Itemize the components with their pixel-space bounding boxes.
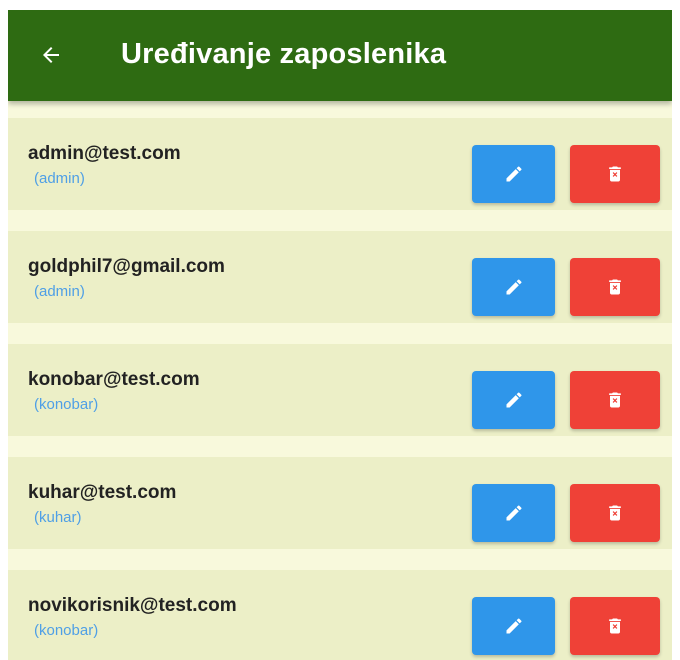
arrow-left-icon — [43, 47, 59, 63]
app-bar: Uređivanje zaposlenika — [8, 10, 672, 101]
pencil-icon — [506, 505, 522, 521]
delete-employee-button[interactable] — [570, 145, 660, 203]
employee-row: admin@test.com (admin) — [8, 118, 672, 210]
employee-role: (konobar) — [34, 622, 99, 639]
pencil-icon — [506, 392, 522, 408]
employee-role: (admin) — [34, 283, 85, 300]
employee-email: konobar@test.com — [28, 369, 200, 390]
trash-icon — [609, 392, 621, 408]
employee-email: goldphil7@gmail.com — [28, 256, 225, 277]
employee-email: kuhar@test.com — [28, 482, 177, 503]
delete-employee-button[interactable] — [570, 484, 660, 542]
trash-icon — [609, 618, 621, 634]
employee-email: admin@test.com — [28, 143, 181, 164]
delete-employee-button[interactable] — [570, 597, 660, 655]
page-title: Uređivanje zaposlenika — [121, 38, 447, 70]
edit-employee-button[interactable] — [472, 597, 555, 655]
back-button[interactable] — [32, 36, 70, 74]
app-screen: Uređivanje zaposlenika admin@test.com (a… — [8, 10, 672, 660]
employee-row: konobar@test.com (konobar) — [8, 344, 672, 436]
pencil-icon — [506, 166, 522, 182]
employee-role: (kuhar) — [34, 509, 82, 526]
delete-employee-button[interactable] — [570, 371, 660, 429]
pencil-icon — [506, 279, 522, 295]
edit-employee-button[interactable] — [472, 371, 555, 429]
trash-icon — [609, 505, 621, 521]
edit-employee-button[interactable] — [472, 484, 555, 542]
employee-role: (konobar) — [34, 396, 99, 413]
edit-employee-button[interactable] — [472, 258, 555, 316]
employee-role: (admin) — [34, 170, 85, 187]
employee-row: novikorisnik@test.com (konobar) — [8, 570, 672, 660]
edit-employee-button[interactable] — [472, 145, 555, 203]
trash-icon — [609, 166, 621, 182]
employee-row: kuhar@test.com (kuhar) — [8, 457, 672, 549]
trash-icon — [609, 279, 621, 295]
delete-employee-button[interactable] — [570, 258, 660, 316]
pencil-icon — [506, 618, 522, 634]
employee-email: novikorisnik@test.com — [28, 595, 237, 616]
employee-row: goldphil7@gmail.com (admin) — [8, 231, 672, 323]
